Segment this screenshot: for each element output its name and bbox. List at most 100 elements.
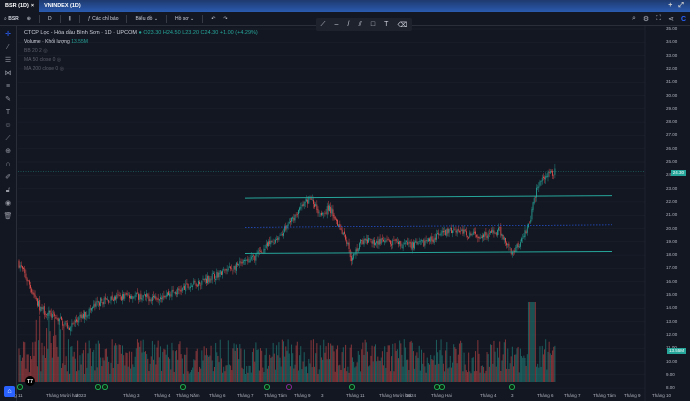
text-icon[interactable]: T: [384, 21, 388, 28]
candle: [452, 230, 453, 234]
volume-bar: [189, 372, 191, 382]
volume-bar: [193, 359, 195, 382]
volume-bar: [109, 373, 111, 382]
indicator-ma50[interactable]: MA 50 close 0: [24, 57, 55, 63]
price-tick: 35.00: [666, 26, 678, 31]
candle: [241, 262, 243, 264]
volume-bar: [378, 360, 380, 382]
volume-bar: [125, 352, 127, 382]
candle: [230, 266, 231, 269]
candle: [191, 285, 192, 287]
candle: [356, 248, 358, 252]
volume-bar: [330, 343, 332, 382]
volume-bar: [400, 343, 402, 382]
volume-bar: [117, 364, 119, 382]
volume-bar: [84, 373, 86, 382]
eraser-icon[interactable]: ⌫: [398, 21, 408, 29]
candle: [300, 206, 302, 209]
candle: [395, 239, 397, 241]
candle: [433, 238, 435, 243]
volume-bar: [391, 356, 393, 382]
candle: [122, 294, 123, 301]
volume-bar: [548, 341, 550, 382]
volume-bar: [300, 346, 302, 382]
volume-bar: [230, 365, 232, 382]
candle: [130, 295, 131, 299]
volume-bar: [78, 370, 80, 382]
candle: [517, 243, 519, 247]
volume-bar: [525, 365, 527, 382]
candle: [292, 216, 294, 220]
candle: [69, 328, 70, 331]
volume-bar: [350, 344, 352, 382]
candle: [362, 240, 364, 244]
candle: [383, 239, 384, 242]
candle: [117, 294, 119, 296]
candle: [384, 241, 386, 243]
candle: [57, 318, 59, 322]
candle: [214, 274, 215, 279]
brush-icon[interactable]: ⟋: [321, 21, 326, 29]
horizontal-line-icon[interactable]: –: [335, 21, 339, 28]
volume-bar: [503, 342, 505, 382]
volume-bar: [340, 369, 342, 382]
eye-off-icon[interactable]: ◎: [60, 66, 64, 72]
volume-bar: [185, 354, 187, 382]
candle: [467, 236, 468, 237]
indicator-bb[interactable]: BB 20 2: [24, 48, 42, 54]
rectangle-icon[interactable]: □: [371, 21, 375, 28]
candle: [154, 295, 156, 299]
candle: [325, 212, 327, 214]
candle: [38, 301, 39, 307]
volume-bar: [191, 369, 192, 382]
volume-bar: [225, 365, 227, 382]
volume-bar: [407, 359, 409, 382]
candle: [410, 242, 412, 249]
volume-bar: [99, 343, 100, 382]
candle: [326, 206, 328, 215]
candle: [51, 314, 53, 318]
indicator-ma200[interactable]: MA 200 close 0: [24, 66, 58, 72]
volume-bar: [21, 357, 23, 382]
volume-bar: [522, 357, 524, 382]
candle: [378, 239, 380, 246]
candle: [417, 242, 419, 245]
candle: [177, 288, 179, 295]
volume-value: 13.55M: [71, 39, 88, 45]
candle: [32, 292, 34, 294]
parallel-channel-icon[interactable]: ⫽: [359, 21, 362, 29]
home-button[interactable]: ⌂: [4, 386, 15, 397]
volume-bar: [309, 363, 311, 382]
eye-off-icon[interactable]: ◎: [43, 48, 47, 54]
candle: [329, 205, 330, 212]
candle: [475, 231, 476, 234]
trend-line-icon[interactable]: /: [348, 21, 350, 28]
volume-bar: [255, 342, 257, 382]
candle: [140, 293, 142, 299]
volume-bar: [462, 371, 464, 382]
candle: [202, 278, 204, 280]
eye-off-icon[interactable]: ◎: [57, 57, 61, 63]
candle: [448, 228, 450, 233]
candle: [361, 239, 363, 241]
volume-bar: [392, 343, 394, 382]
candle: [376, 241, 378, 244]
candle: [103, 298, 105, 304]
volume-bar: [441, 355, 443, 382]
candle: [123, 294, 125, 299]
candle: [393, 240, 395, 241]
volume-bar: [135, 348, 137, 382]
volume-bar: [154, 344, 156, 382]
volume-bar: [312, 339, 314, 382]
volume-bar: [372, 361, 374, 382]
candle: [238, 264, 240, 266]
volume-bar: [552, 350, 554, 382]
candle: [181, 288, 183, 291]
volume-bar: [246, 366, 248, 382]
volume-bar: [269, 354, 271, 382]
price-tick: 19.00: [666, 238, 678, 244]
price-tick: 28.00: [666, 119, 678, 125]
volume-bar: [237, 347, 238, 382]
candle: [367, 239, 368, 244]
volume-bar: [19, 355, 21, 382]
